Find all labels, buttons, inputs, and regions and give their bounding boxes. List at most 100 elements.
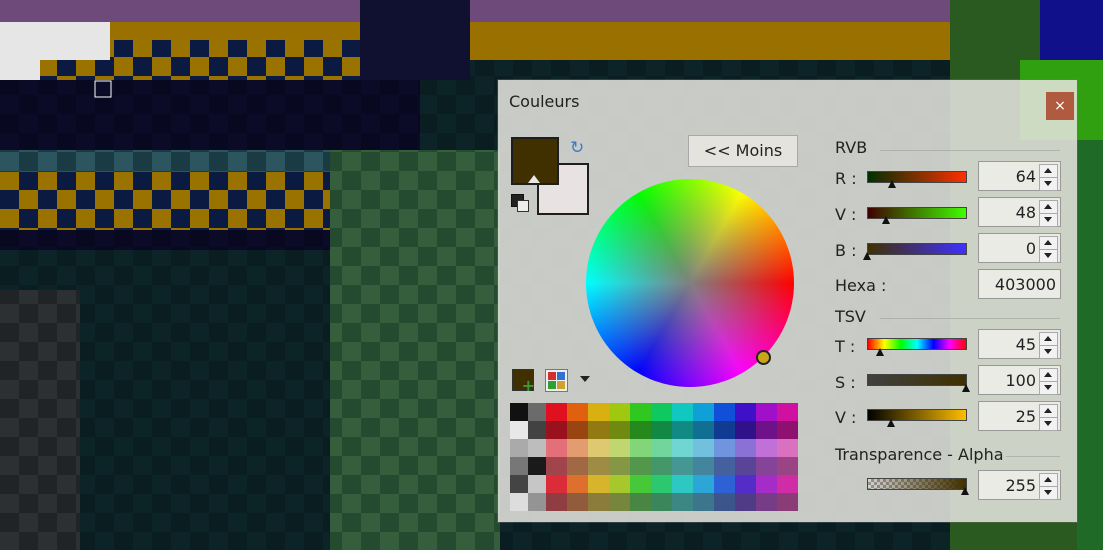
saturation-input[interactable]: 100 <box>978 365 1061 395</box>
palette-swatch[interactable] <box>672 475 693 493</box>
palette-swatch[interactable] <box>714 403 735 421</box>
palette-swatch[interactable] <box>756 439 777 457</box>
blue-slider-handle[interactable] <box>863 252 871 260</box>
palette-swatch[interactable] <box>546 475 567 493</box>
palette-swatch[interactable] <box>609 457 630 475</box>
increment-button[interactable] <box>1039 164 1058 178</box>
red-input[interactable]: 64 <box>978 161 1061 191</box>
palette-swatch[interactable] <box>546 403 567 421</box>
palette-swatch[interactable] <box>777 421 798 439</box>
decrement-button[interactable] <box>1039 213 1058 227</box>
palette-swatch[interactable] <box>567 421 588 439</box>
reset-colors-icon[interactable] <box>511 194 529 212</box>
add-color-button[interactable]: + <box>512 369 535 395</box>
palette-swatch[interactable] <box>735 403 756 421</box>
red-slider[interactable] <box>867 171 967 183</box>
decrement-button[interactable] <box>1039 345 1058 359</box>
palette-swatch[interactable] <box>756 403 777 421</box>
palette-swatch[interactable] <box>567 439 588 457</box>
palette-swatch[interactable] <box>567 403 588 421</box>
palette-icon[interactable] <box>545 369 568 392</box>
palette-swatch[interactable] <box>777 403 798 421</box>
green-slider-handle[interactable] <box>882 216 890 224</box>
increment-button[interactable] <box>1039 404 1058 418</box>
palette-swatch[interactable] <box>609 475 630 493</box>
color-palette[interactable] <box>510 403 798 511</box>
palette-swatch[interactable] <box>546 439 567 457</box>
palette-swatch[interactable] <box>630 457 651 475</box>
palette-swatch[interactable] <box>693 439 714 457</box>
palette-swatch[interactable] <box>735 475 756 493</box>
palette-swatch[interactable] <box>651 493 672 511</box>
decrement-button[interactable] <box>1039 381 1058 395</box>
palette-swatch[interactable] <box>630 439 651 457</box>
palette-swatch[interactable] <box>510 439 528 457</box>
palette-swatch[interactable] <box>777 475 798 493</box>
palette-swatch[interactable] <box>693 493 714 511</box>
palette-swatch[interactable] <box>777 493 798 511</box>
decrement-button[interactable] <box>1039 249 1058 263</box>
palette-swatch[interactable] <box>528 475 546 493</box>
red-slider-handle[interactable] <box>888 180 896 188</box>
palette-swatch[interactable] <box>735 421 756 439</box>
palette-swatch[interactable] <box>756 475 777 493</box>
palette-swatch[interactable] <box>609 439 630 457</box>
palette-swatch[interactable] <box>588 421 609 439</box>
palette-swatch[interactable] <box>714 439 735 457</box>
palette-swatch[interactable] <box>672 493 693 511</box>
hue-input[interactable]: 45 <box>978 329 1061 359</box>
blue-input[interactable]: 0 <box>978 233 1061 263</box>
palette-swatch[interactable] <box>630 421 651 439</box>
palette-swatch[interactable] <box>777 457 798 475</box>
palette-swatch[interactable] <box>672 439 693 457</box>
increment-button[interactable] <box>1039 473 1058 487</box>
palette-swatch[interactable] <box>528 457 546 475</box>
increment-button[interactable] <box>1039 236 1058 250</box>
palette-swatch[interactable] <box>714 457 735 475</box>
palette-swatch[interactable] <box>567 493 588 511</box>
palette-swatch[interactable] <box>672 457 693 475</box>
palette-swatch[interactable] <box>651 403 672 421</box>
palette-swatch[interactable] <box>528 403 546 421</box>
palette-swatch[interactable] <box>714 475 735 493</box>
decrement-button[interactable] <box>1039 486 1058 500</box>
value-slider[interactable] <box>867 409 967 421</box>
saturation-slider-handle[interactable] <box>962 384 970 392</box>
alpha-slider-handle[interactable] <box>961 487 969 495</box>
palette-swatch[interactable] <box>756 421 777 439</box>
palette-swatch[interactable] <box>630 403 651 421</box>
alpha-input[interactable]: 255 <box>978 470 1061 500</box>
palette-swatch[interactable] <box>693 403 714 421</box>
palette-swatch[interactable] <box>672 421 693 439</box>
hue-slider-handle[interactable] <box>876 348 884 356</box>
palette-swatch[interactable] <box>546 421 567 439</box>
palette-swatch[interactable] <box>609 493 630 511</box>
palette-swatch[interactable] <box>714 493 735 511</box>
palette-swatch[interactable] <box>567 475 588 493</box>
less-options-button[interactable]: << Moins <box>688 135 798 167</box>
alpha-slider[interactable] <box>867 478 967 490</box>
palette-swatch[interactable] <box>651 439 672 457</box>
palette-swatch[interactable] <box>714 421 735 439</box>
palette-swatch[interactable] <box>510 457 528 475</box>
palette-swatch[interactable] <box>651 421 672 439</box>
blue-slider[interactable] <box>867 243 967 255</box>
palette-swatch[interactable] <box>777 439 798 457</box>
palette-swatch[interactable] <box>735 439 756 457</box>
hex-input[interactable]: 403000 <box>978 269 1061 299</box>
decrement-button[interactable] <box>1039 417 1058 431</box>
palette-swatch[interactable] <box>630 493 651 511</box>
palette-swatch[interactable] <box>609 421 630 439</box>
palette-swatch[interactable] <box>588 475 609 493</box>
palette-swatch[interactable] <box>510 403 528 421</box>
palette-swatch[interactable] <box>588 457 609 475</box>
palette-swatch[interactable] <box>588 493 609 511</box>
palette-swatch[interactable] <box>546 457 567 475</box>
palette-swatch[interactable] <box>693 475 714 493</box>
palette-swatch[interactable] <box>528 421 546 439</box>
palette-swatch[interactable] <box>546 493 567 511</box>
green-input[interactable]: 48 <box>978 197 1061 227</box>
value-slider-handle[interactable] <box>887 419 895 427</box>
palette-swatch[interactable] <box>651 475 672 493</box>
palette-swatch[interactable] <box>756 457 777 475</box>
